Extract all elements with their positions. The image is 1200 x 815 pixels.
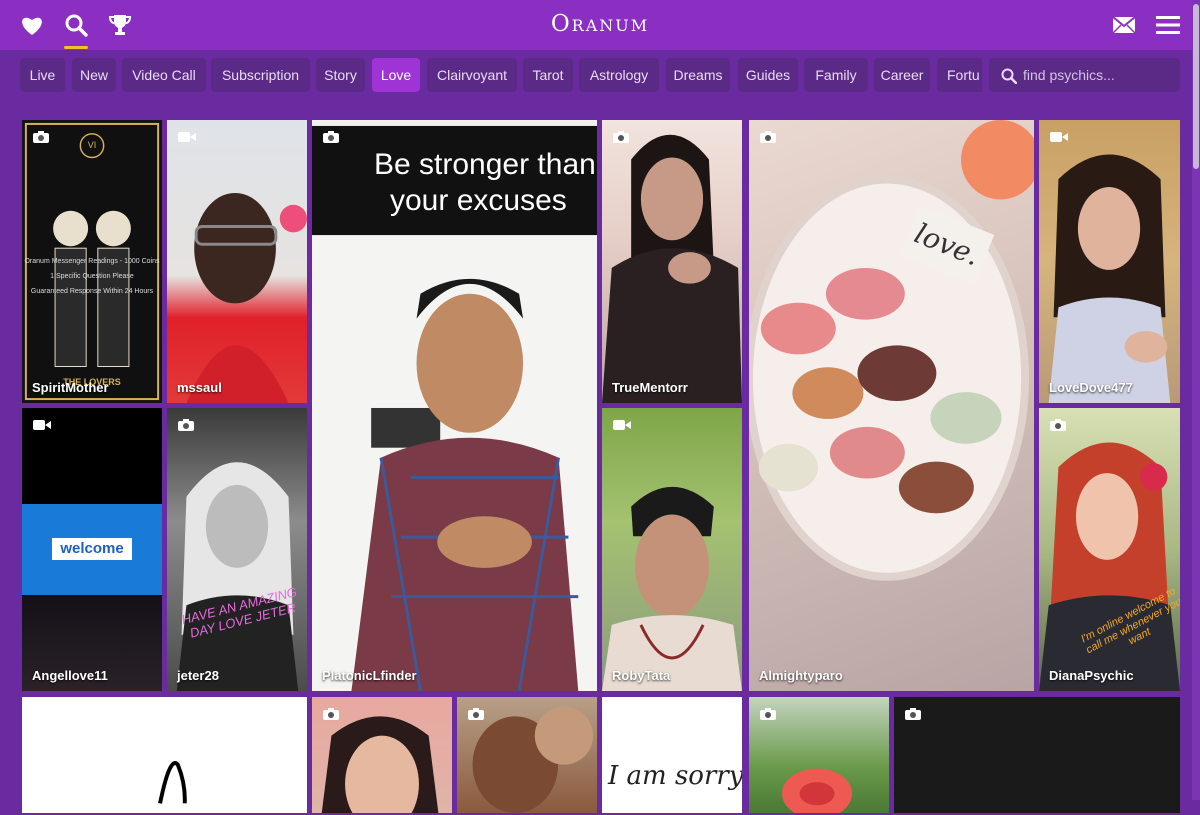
camera-icon: [323, 708, 339, 720]
filter-chip-love[interactable]: Love: [372, 58, 420, 92]
psychic-tile-row3-1[interactable]: [20, 695, 309, 815]
psychic-name: LoveDove477: [1049, 380, 1133, 395]
welcome-banner: welcome: [52, 538, 132, 560]
camera-icon: [760, 708, 776, 720]
scroll-thumb[interactable]: [1193, 4, 1199, 169]
filter-chip-fortune[interactable]: Fortu: [937, 58, 982, 92]
top-navigation-bar: Oranum: [0, 0, 1200, 50]
psychic-name: PlatonicLfinder: [322, 668, 417, 683]
psychic-photo: [1048, 154, 1171, 403]
camera-icon: [33, 131, 49, 143]
active-tab-indicator: [64, 46, 88, 49]
psychic-tile-angellove11[interactable]: welcome Angellove11: [20, 406, 164, 693]
filter-chip-story[interactable]: Story: [316, 58, 365, 92]
mail-icon[interactable]: [1111, 11, 1137, 39]
filter-chip-family[interactable]: Family: [804, 58, 868, 92]
quote-text-line-2: your excuses: [390, 184, 567, 217]
psychic-tile-row3-5[interactable]: [747, 695, 891, 815]
psychic-name: DianaPsychic: [1049, 668, 1134, 683]
camera-icon: [1050, 419, 1066, 431]
psychic-tile-robytata[interactable]: RobyTata: [600, 406, 744, 693]
psychic-tile-jeter28[interactable]: HAVE AN AMAZING DAY LOVE JETER jeter28: [165, 406, 309, 693]
menu-icon[interactable]: [1155, 11, 1181, 39]
camera-icon: [613, 131, 629, 143]
camera-icon: [468, 708, 484, 720]
video-icon: [1050, 132, 1068, 142]
video-icon: [33, 420, 51, 430]
camera-icon: [905, 708, 921, 720]
tarot-info-line: Guaranteed Response Within 24 Hours: [30, 288, 154, 295]
tarot-info-line: Oranum Messenger Readings - 1000 Coins: [24, 258, 160, 265]
filter-chip-live[interactable]: Live: [20, 58, 65, 92]
psychic-tile-mssaul[interactable]: mssaul: [165, 118, 309, 405]
psychic-tile-row3-3[interactable]: [455, 695, 599, 815]
psychic-tile-truementorr[interactable]: TrueMentorr: [600, 118, 744, 405]
psychic-tile-lovedove477[interactable]: LoveDove477: [1037, 118, 1182, 405]
camera-icon: [178, 419, 194, 431]
psychic-search-box[interactable]: [989, 58, 1180, 92]
sorry-note: I am sorry.: [608, 761, 744, 791]
camera-icon: [323, 131, 339, 143]
psychic-photo: [186, 192, 307, 403]
psychic-name: jeter28: [177, 668, 219, 683]
psychic-name: Angellove11: [32, 668, 108, 683]
filter-chip-guides[interactable]: Guides: [738, 58, 798, 92]
psychic-tile-row3-2[interactable]: [310, 695, 454, 815]
psychic-grid: VI Oranum Messenger Readings - 1000 Coin…: [20, 118, 1182, 815]
filter-chip-new[interactable]: New: [72, 58, 116, 92]
filter-chip-tarot[interactable]: Tarot: [523, 58, 573, 92]
macarons-image: [749, 120, 1034, 581]
video-icon: [178, 132, 196, 142]
psychic-name: TrueMentorr: [612, 380, 688, 395]
category-filter-bar: Live New Video Call Subscription Story L…: [20, 58, 982, 92]
psychic-tile-platoniclfinder[interactable]: Be stronger than your excuses PlatonicLf…: [310, 118, 599, 693]
filter-chip-subscription[interactable]: Subscription: [211, 58, 310, 92]
psychic-photo: [602, 134, 742, 403]
oranum-logo[interactable]: Oranum: [0, 11, 1200, 37]
psychic-photo: [602, 486, 742, 691]
psychic-tile-spiritmother[interactable]: VI Oranum Messenger Readings - 1000 Coin…: [20, 118, 164, 405]
filter-chip-astrology[interactable]: Astrology: [579, 58, 659, 92]
psychic-name: RobyTata: [612, 668, 671, 683]
search-input[interactable]: [1023, 58, 1173, 92]
camera-icon: [760, 131, 776, 143]
filter-chip-career[interactable]: Career: [874, 58, 930, 92]
filter-chip-clairvoyant[interactable]: Clairvoyant: [427, 58, 517, 92]
psychic-name: mssaul: [177, 380, 222, 395]
search-field-icon: [1001, 68, 1017, 84]
psychic-name: SpiritMother: [32, 380, 109, 395]
psychic-tile-row3-4[interactable]: I am sorry.: [600, 695, 744, 815]
psychic-photo: [176, 462, 299, 691]
quote-text-line-1: Be stronger than: [374, 148, 596, 181]
filter-chip-video-call[interactable]: Video Call: [122, 58, 206, 92]
video-icon: [613, 420, 631, 430]
psychic-name: Almightyparo: [759, 668, 843, 683]
psychic-photo: [158, 761, 187, 804]
tarot-info-line: 1 Specific Question Please: [50, 273, 134, 280]
psychic-tile-almightyparo[interactable]: love. Almightyparo: [747, 118, 1036, 693]
psychic-tile-row3-6[interactable]: [892, 695, 1182, 815]
psychic-tile-dianapsychic[interactable]: I'm online welcome to call me whenever y…: [1037, 406, 1182, 693]
page-scrollbar[interactable]: [1192, 0, 1200, 800]
filter-chip-dreams[interactable]: Dreams: [666, 58, 730, 92]
